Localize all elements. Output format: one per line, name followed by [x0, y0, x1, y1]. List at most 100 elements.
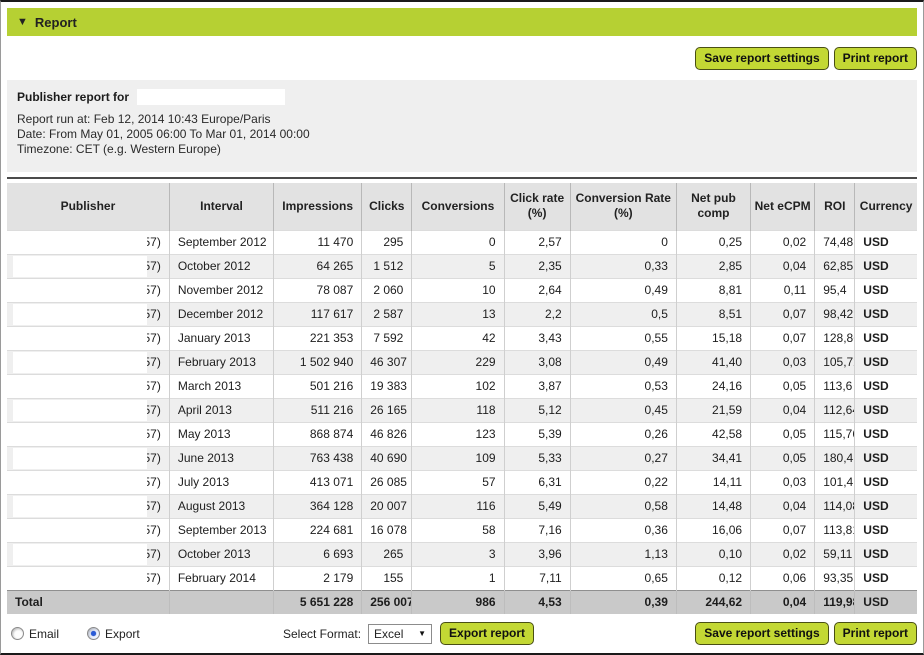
cell-currency: USD	[855, 278, 917, 302]
cell-net-ecpm: 0,04	[751, 254, 815, 278]
cell-impressions: 11 470	[274, 230, 362, 254]
export-radio-label: Export	[105, 627, 140, 641]
cell-clicks: 7 592	[362, 326, 412, 350]
cell-clicks: 26 165	[362, 398, 412, 422]
cell-roi: 93,35	[815, 566, 855, 590]
cell-conversion-rate: 0,45	[570, 398, 676, 422]
export-radio-option[interactable]: Export	[87, 627, 140, 641]
cell-net-ecpm: 0,04	[751, 494, 815, 518]
table-row: 57)September 201211 47029502,5700,250,02…	[7, 230, 917, 254]
cell-currency: USD	[855, 566, 917, 590]
table-row: 57)February 20131 502 94046 3072293,080,…	[7, 350, 917, 374]
table-row: 57)October 20136 69326533,961,130,100,02…	[7, 542, 917, 566]
redaction-overlay	[13, 328, 147, 349]
cell-impressions: 117 617	[274, 302, 362, 326]
redaction-overlay	[13, 304, 147, 325]
cell-conversion-rate: 0,26	[570, 422, 676, 446]
email-radio-option[interactable]: Email	[11, 627, 59, 641]
cell-roi: 59,11	[815, 542, 855, 566]
cell-net-ecpm: 0,07	[751, 302, 815, 326]
redaction-overlay	[13, 448, 147, 469]
footer-actions: Save report settings Print report	[695, 622, 917, 645]
publisher-report-for-label: Publisher report for	[17, 90, 129, 104]
cell-clicks: 46 826	[362, 422, 412, 446]
table-row: 57)October 201264 2651 51252,350,332,850…	[7, 254, 917, 278]
redaction-overlay	[13, 352, 147, 373]
cell-click-rate: 7,16	[504, 518, 570, 542]
cell-impressions: 78 087	[274, 278, 362, 302]
print-report-button-bottom[interactable]: Print report	[834, 622, 917, 645]
cell-net-ecpm: 0,03	[751, 470, 815, 494]
cell-roi: 74,48	[815, 230, 855, 254]
cell-clicks: 2 060	[362, 278, 412, 302]
cell-click-rate: 5,12	[504, 398, 570, 422]
total-impressions: 5 651 228	[274, 590, 362, 614]
cell-impressions: 511 216	[274, 398, 362, 422]
cell-clicks: 20 007	[362, 494, 412, 518]
cell-interval: October 2013	[169, 542, 273, 566]
cell-currency: USD	[855, 302, 917, 326]
cell-net-pub-comp: 42,58	[676, 422, 750, 446]
cell-roi: 95,4	[815, 278, 855, 302]
report-timezone-text: Timezone: CET (e.g. Western Europe)	[17, 142, 907, 157]
export-radio[interactable]	[87, 627, 100, 640]
cell-click-rate: 2,2	[504, 302, 570, 326]
table-row: 57)August 2013364 12820 0071165,490,5814…	[7, 494, 917, 518]
cell-roi: 114,08	[815, 494, 855, 518]
print-report-button-top[interactable]: Print report	[834, 47, 917, 70]
cell-interval: June 2013	[169, 446, 273, 470]
cell-publisher: 57)	[7, 278, 169, 302]
cell-currency: USD	[855, 446, 917, 470]
save-report-settings-button-bottom[interactable]: Save report settings	[695, 622, 828, 645]
cell-clicks: 1 512	[362, 254, 412, 278]
cell-conversion-rate: 0,27	[570, 446, 676, 470]
total-currency: USD	[855, 590, 917, 614]
column-header-click-rate: Click rate (%)	[504, 183, 570, 230]
cell-net-pub-comp: 34,41	[676, 446, 750, 470]
cell-impressions: 2 179	[274, 566, 362, 590]
cell-conversions: 0	[412, 230, 504, 254]
export-report-button[interactable]: Export report	[440, 622, 534, 645]
cell-impressions: 1 502 940	[274, 350, 362, 374]
cell-interval: February 2014	[169, 566, 273, 590]
cell-clicks: 40 690	[362, 446, 412, 470]
report-titlebar[interactable]: ▼ Report	[7, 8, 917, 36]
email-radio[interactable]	[11, 627, 24, 640]
total-click-rate: 4,53	[504, 590, 570, 614]
cell-click-rate: 5,33	[504, 446, 570, 470]
cell-clicks: 19 383	[362, 374, 412, 398]
cell-net-pub-comp: 41,40	[676, 350, 750, 374]
cell-impressions: 763 438	[274, 446, 362, 470]
cell-net-ecpm: 0,05	[751, 374, 815, 398]
cell-net-pub-comp: 0,10	[676, 542, 750, 566]
cell-clicks: 2 587	[362, 302, 412, 326]
report-info-panel: Publisher report for Report run at: Feb …	[7, 80, 917, 172]
cell-impressions: 221 353	[274, 326, 362, 350]
format-select[interactable]: Excel ▼	[368, 624, 432, 644]
column-header-currency: Currency	[855, 183, 917, 230]
total-row: Total 5 651 228 256 007 986 4,53 0,39 24…	[7, 590, 917, 614]
redaction-overlay	[13, 520, 147, 541]
format-zone: Select Format: Excel ▼ Export report	[283, 622, 534, 645]
cell-interval: August 2013	[169, 494, 273, 518]
column-header-publisher: Publisher	[7, 183, 169, 230]
cell-currency: USD	[855, 350, 917, 374]
cell-publisher: 57)	[7, 254, 169, 278]
cell-conversions: 3	[412, 542, 504, 566]
table-row: 57)March 2013501 21619 3831023,870,5324,…	[7, 374, 917, 398]
cell-click-rate: 7,11	[504, 566, 570, 590]
column-header-net-ecpm: Net eCPM	[751, 183, 815, 230]
save-report-settings-button-top[interactable]: Save report settings	[695, 47, 828, 70]
column-header-interval: Interval	[169, 183, 273, 230]
total-net-ecpm: 0,04	[751, 590, 815, 614]
cell-impressions: 413 071	[274, 470, 362, 494]
collapse-triangle-icon[interactable]: ▼	[17, 16, 28, 28]
cell-publisher: 57)	[7, 566, 169, 590]
cell-clicks: 295	[362, 230, 412, 254]
cell-publisher: 57)	[7, 350, 169, 374]
total-roi: 119,98	[815, 590, 855, 614]
cell-conversions: 118	[412, 398, 504, 422]
cell-conversions: 116	[412, 494, 504, 518]
cell-impressions: 501 216	[274, 374, 362, 398]
cell-conversion-rate: 0,22	[570, 470, 676, 494]
